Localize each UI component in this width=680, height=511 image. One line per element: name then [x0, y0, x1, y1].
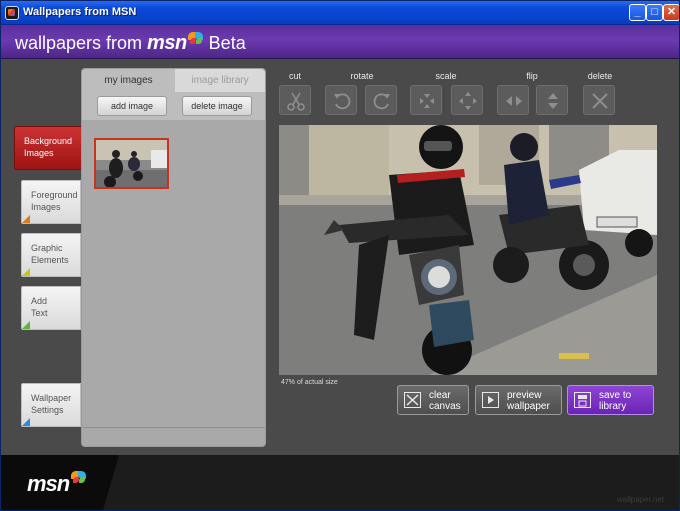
expand-arrows-icon	[459, 92, 477, 110]
msn-butterfly-icon	[187, 32, 204, 46]
clear-canvas-line1: clear	[429, 390, 451, 401]
app-window: Wallpapers from MSN _ □ ✕ wallpapers fro…	[0, 0, 680, 511]
image-thumbnail[interactable]	[94, 138, 169, 189]
tab-background-images[interactable]: Background Images	[14, 126, 84, 170]
rotate-label: rotate	[350, 71, 374, 81]
x-icon	[592, 93, 608, 109]
flip-horizontal-button[interactable]	[497, 85, 529, 115]
app-icon	[5, 6, 19, 20]
flip-label: flip	[526, 71, 538, 81]
maximize-button[interactable]: □	[646, 4, 663, 21]
tab-label-line2: Images	[31, 202, 61, 212]
tab-label-line2: Images	[24, 148, 54, 158]
play-icon	[482, 392, 499, 408]
delete-button[interactable]	[583, 85, 615, 115]
green-corner-icon	[22, 321, 30, 329]
scale-up-button[interactable]	[451, 85, 483, 115]
delete-label: delete	[587, 71, 613, 81]
logo-suffix: Beta	[203, 33, 246, 53]
close-button[interactable]: ✕	[663, 4, 679, 21]
clear-canvas-line2: canvas	[429, 401, 461, 412]
footer-butterfly-icon	[71, 471, 87, 485]
save-line2: library	[599, 401, 627, 412]
image-panel-toolbar: add image delete image	[82, 92, 265, 120]
title-bar[interactable]: Wallpapers from MSN _ □ ✕	[1, 1, 679, 25]
rotate-left-button[interactable]	[325, 85, 357, 115]
tab-label-line1: Foreground	[31, 190, 78, 200]
tab-foreground-images[interactable]: Foreground Images	[21, 180, 81, 224]
flip-vertical-icon	[548, 93, 558, 109]
add-image-button[interactable]: add image	[97, 96, 167, 116]
tab-image-library[interactable]: image library	[175, 69, 265, 92]
window-title: Wallpapers from MSN	[23, 6, 137, 18]
orange-corner-icon	[22, 215, 30, 223]
footer-msn-logo: msn	[27, 471, 87, 497]
rotate-right-icon	[373, 93, 390, 110]
cut-label: cut	[288, 71, 301, 81]
preview-line2: wallpaper	[507, 401, 550, 412]
footer-bar: msn	[1, 455, 679, 510]
tab-label-line1: Add	[31, 296, 48, 306]
footer-watermark: wallpaper.net	[617, 495, 665, 504]
tab-label-line1: Background	[24, 136, 73, 146]
app-header: wallpapers from msn Beta	[1, 25, 679, 59]
clear-x-icon	[404, 392, 421, 408]
yellow-corner-icon	[22, 268, 30, 276]
cut-button[interactable]	[279, 85, 311, 115]
panel-divider	[82, 427, 265, 428]
logo-brand: msn	[147, 32, 187, 54]
logo-prefix: wallpapers from	[15, 33, 148, 53]
tab-label-line1: Wallpaper	[31, 393, 72, 403]
clear-canvas-button[interactable]: clear canvas	[397, 385, 469, 415]
flip-vertical-button[interactable]	[536, 85, 568, 115]
scissors-icon	[287, 92, 305, 111]
tab-graphic-elements[interactable]: Graphic Elements	[21, 233, 81, 277]
tab-label-line2: Text	[31, 308, 48, 318]
image-panel: my images image library add image delete…	[81, 68, 266, 447]
save-to-library-button[interactable]: save to library	[567, 385, 654, 415]
app-logo: wallpapers from msn Beta	[15, 32, 246, 55]
save-line1: save to	[599, 390, 632, 401]
tab-label-line2: Elements	[31, 255, 69, 265]
preview-line1: preview	[507, 390, 542, 401]
wallpaper-canvas[interactable]	[279, 125, 657, 375]
scale-label: scale	[435, 71, 457, 81]
shrink-arrows-icon	[420, 94, 434, 108]
footer-brand: msn	[27, 471, 70, 496]
blue-corner-icon	[22, 418, 30, 426]
delete-image-button[interactable]: delete image	[182, 96, 252, 116]
tab-my-images[interactable]: my images	[82, 69, 175, 92]
preview-wallpaper-button[interactable]: preview wallpaper	[475, 385, 562, 415]
tab-wallpaper-settings[interactable]: Wallpaper Settings	[21, 383, 81, 427]
tab-label-line1: Graphic	[31, 243, 63, 253]
rotate-right-button[interactable]	[365, 85, 397, 115]
tab-label-line2: Settings	[31, 405, 64, 415]
flip-horizontal-icon	[506, 96, 522, 106]
canvas-zoom-caption: 47% of actual size	[281, 379, 338, 386]
motorcycle-photo	[279, 125, 657, 375]
scale-down-button[interactable]	[410, 85, 442, 115]
tab-add-text[interactable]: Add Text	[21, 286, 81, 330]
rotate-left-icon	[334, 93, 351, 110]
floppy-disk-icon	[574, 392, 591, 408]
minimize-button[interactable]: _	[629, 4, 646, 21]
